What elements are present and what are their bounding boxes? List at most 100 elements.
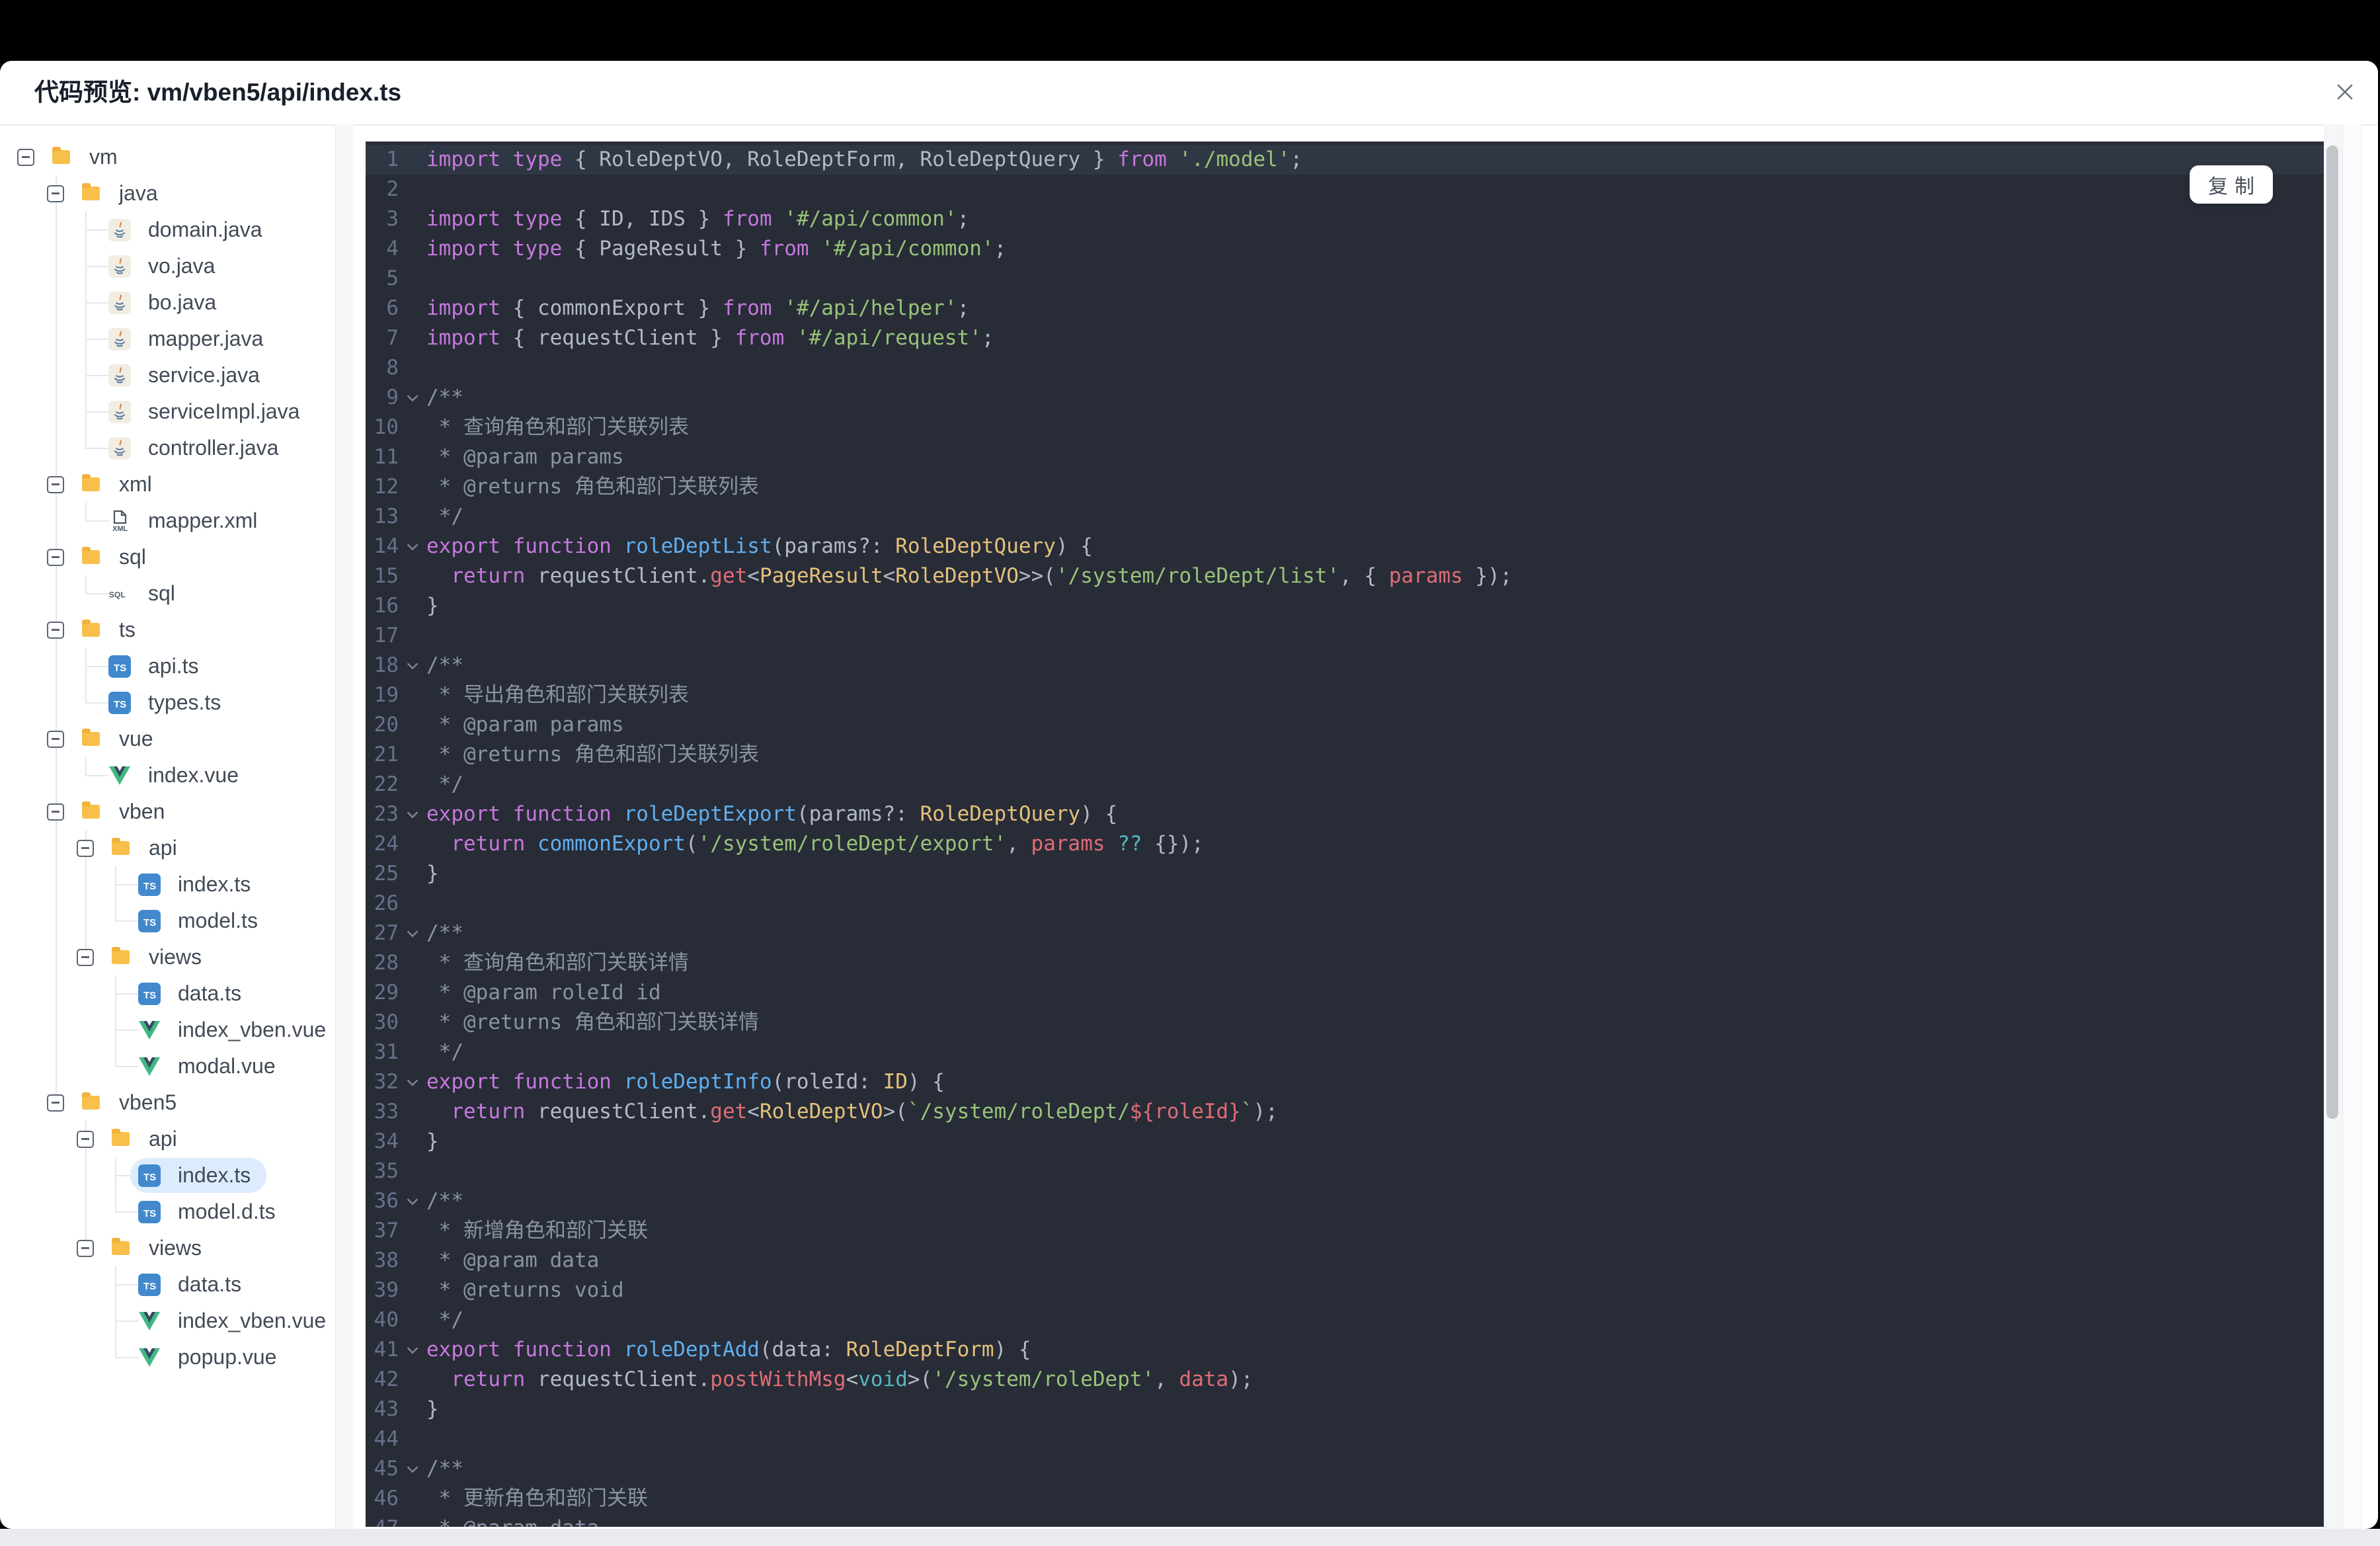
collapse-toggle-icon[interactable] [77,839,94,857]
copy-button[interactable]: 复制 [2190,165,2273,204]
tree-item-serviceimpl-java[interactable]: serviceImpl.java [0,393,334,430]
collapse-toggle-icon[interactable] [47,730,64,748]
tree-item-views[interactable]: views [0,1230,334,1266]
tree-item-index-ts[interactable]: TS index.ts [0,866,334,903]
tree-item-views[interactable]: views [0,939,334,975]
collapse-toggle-icon[interactable] [77,948,94,966]
tree-item-sql[interactable]: sql [0,539,334,575]
collapse-toggle-icon[interactable] [47,548,64,566]
tree-item-vue[interactable]: vue [0,721,334,757]
tree-item-mapper-java[interactable]: mapper.java [0,321,334,357]
tree-item-domain-java[interactable]: domain.java [0,212,334,248]
file-label: vo.java [148,254,216,278]
fold-arrow-icon[interactable] [399,918,426,948]
folder-icon [82,620,100,637]
collapse-toggle-icon[interactable] [47,621,64,639]
collapse-toggle-icon[interactable] [17,148,34,166]
code-scrollbar-track[interactable] [2324,124,2343,1529]
code-line: 5 [366,264,2324,294]
tree-item-java[interactable]: java [0,175,334,212]
tree-item-vben5[interactable]: vben5 [0,1084,334,1121]
tree-item-modal-vue[interactable]: modal.vue [0,1048,334,1084]
file-label: types.ts [148,690,221,714]
fold-arrow-icon[interactable] [399,1335,426,1365]
tree-item-api[interactable]: api [0,830,334,866]
vue-file-icon [138,1310,161,1332]
fold-arrow-icon[interactable] [399,799,426,829]
fold-gutter [399,591,426,621]
tree-item-index-ts[interactable]: TS index.ts [0,1157,334,1194]
tree-item-api-ts[interactable]: TS api.ts [0,648,334,684]
typescript-file-icon: TS [138,1164,161,1187]
tree-item-sql[interactable]: SQL sql [0,575,334,612]
tree-item-popup-vue[interactable]: popup.vue [0,1339,334,1375]
file-tree[interactable]: vm java domain.java vo.java bo.java mapper.ja… [0,124,334,1529]
collapse-toggle-icon[interactable] [47,803,64,821]
tree-item-model-ts[interactable]: TS model.ts [0,903,334,939]
folder-icon [82,547,100,564]
tree-item-vben[interactable]: vben [0,793,334,830]
tree-scrollbar-track[interactable] [335,124,354,1529]
line-number: 42 [374,1367,399,1391]
fold-arrow-icon[interactable] [399,383,426,413]
code-scrollbar-thumb[interactable] [2326,145,2338,1119]
tree-item-mapper-xml[interactable]: XML mapper.xml [0,503,334,539]
code-text: /** [426,386,463,409]
tree-item-index-vue[interactable]: index.vue [0,757,334,793]
svg-text:TS: TS [143,1172,156,1183]
tree-item-data-ts[interactable]: TS data.ts [0,975,334,1012]
code-line: 38 * @param data [366,1246,2324,1276]
line-number: 35 [374,1159,399,1183]
tree-file: bo.java [100,285,232,320]
tree-file: XML mapper.xml [100,503,273,538]
modal-scrollbar-track[interactable] [2343,124,2361,1529]
collapse-toggle-icon[interactable] [77,1239,94,1257]
line-number: 14 [374,534,399,558]
tree-item-model-d-ts[interactable]: TS model.d.ts [0,1194,334,1230]
tree-item-index-vben-vue[interactable]: index_vben.vue [0,1012,334,1048]
collapse-toggle-icon[interactable] [47,1094,64,1112]
code-text: return commonExport('/system/roleDept/ex… [451,832,1204,856]
folder-icon [82,729,100,746]
tree-item-index-vben-vue[interactable]: index_vben.vue [0,1303,334,1339]
collapse-toggle-icon[interactable] [47,184,64,202]
code-text: * @returns 角色和部门关联列表 [426,475,759,499]
line-number: 27 [374,921,399,945]
line-number: 19 [374,683,399,707]
collapse-toggle-icon[interactable] [47,475,64,493]
fold-arrow-icon[interactable] [399,1067,426,1097]
folder-icon [112,838,130,855]
tree-item-vm[interactable]: vm [0,139,334,175]
tree-item-types-ts[interactable]: TS types.ts [0,684,334,721]
tree-item-ts[interactable]: ts [0,612,334,648]
fold-gutter [399,978,426,1008]
tree-item-api[interactable]: api [0,1121,334,1157]
tree-item-data-ts[interactable]: TS data.ts [0,1266,334,1303]
java-file-icon [108,291,131,314]
fold-gutter [399,1276,426,1305]
fold-arrow-icon[interactable] [399,1186,426,1216]
tree-item-vo-java[interactable]: vo.java [0,248,334,284]
file-label: data.ts [178,981,242,1005]
collapse-toggle-icon[interactable] [77,1130,94,1148]
line-number: 18 [374,653,399,677]
code-text: export function roleDeptInfo(roleId: ID)… [426,1070,945,1094]
code-line: 40 */ [366,1305,2324,1335]
code-editor[interactable]: 1 import type { RoleDeptVO, RoleDeptForm,… [366,142,2324,1527]
java-file-icon [108,255,131,278]
fold-gutter [399,204,426,234]
code-line: 25} [366,859,2324,889]
fold-arrow-icon[interactable] [399,1454,426,1484]
line-number: 46 [374,1486,399,1510]
tree-file: index_vben.vue [130,1012,334,1047]
file-label: popup.vue [178,1345,277,1369]
tree-item-controller-java[interactable]: controller.java [0,430,334,466]
tree-item-bo-java[interactable]: bo.java [0,284,334,321]
code-line: 21 * @returns 角色和部门关联列表 [366,740,2324,770]
tree-item-service-java[interactable]: service.java [0,357,334,393]
fold-arrow-icon[interactable] [399,532,426,561]
close-button[interactable] [2330,78,2360,107]
fold-arrow-icon[interactable] [399,651,426,680]
fold-gutter [399,710,426,740]
tree-item-xml[interactable]: xml [0,466,334,503]
